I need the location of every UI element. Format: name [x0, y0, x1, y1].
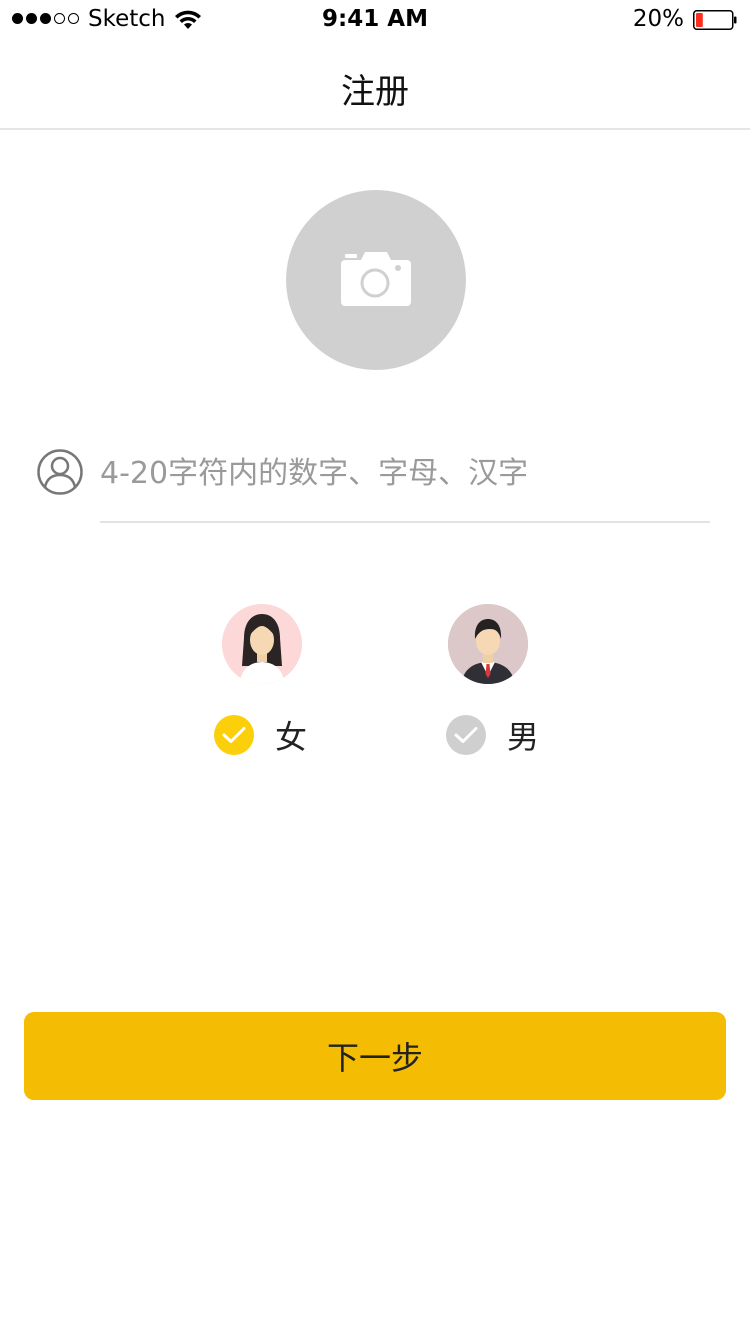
user-icon	[37, 449, 83, 495]
female-avatar-icon[interactable]	[222, 604, 302, 684]
navigation-bar: 注册	[0, 40, 750, 130]
camera-icon	[341, 250, 411, 310]
unchecked-icon	[446, 715, 486, 755]
gender-label-male: 男	[507, 718, 540, 756]
battery-percentage: 20%	[632, 6, 684, 32]
status-bar: Sketch 9:41 AM 20%	[0, 0, 750, 40]
avatar-upload-button[interactable]	[286, 190, 466, 370]
gender-option-female[interactable]: 女	[214, 714, 307, 756]
gender-option-male[interactable]: 男	[446, 714, 539, 756]
gender-label-female: 女	[275, 718, 308, 756]
checked-icon	[214, 715, 254, 755]
battery-icon	[693, 10, 737, 30]
next-step-button[interactable]: 下一步	[24, 1012, 726, 1100]
input-divider	[100, 521, 710, 523]
page-title: 注册	[341, 72, 409, 112]
nickname-input[interactable]	[100, 450, 710, 496]
male-avatar-icon[interactable]	[448, 604, 528, 684]
